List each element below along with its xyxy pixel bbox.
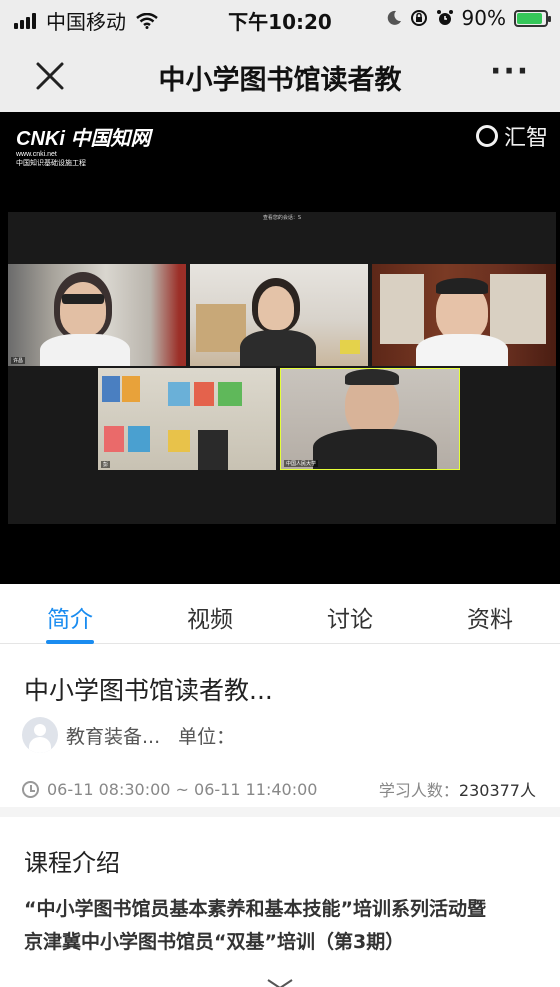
chevron-down-icon[interactable] bbox=[266, 979, 294, 987]
battery-icon bbox=[514, 9, 551, 27]
participant-name-tag: 许昌 bbox=[11, 357, 26, 364]
participant-tile-4: 彭 bbox=[98, 368, 276, 470]
video-player[interactable]: CNKi 中国知网 www.cnki.net 中国知识基础设施工程 汇智 查看您… bbox=[0, 112, 560, 584]
participant-tile-5-active-speaker: 中国人民大学 bbox=[280, 368, 460, 470]
intro-line-2: 京津冀中小学图书馆员“双基”培训（第3期） bbox=[24, 931, 405, 953]
rotation-lock-icon bbox=[410, 10, 427, 26]
alarm-icon bbox=[436, 10, 453, 25]
author-row: 教育装备... 单位： bbox=[22, 717, 235, 753]
learners-value: 230377人 bbox=[458, 781, 536, 800]
cnki-logo: CNKi 中国知网 www.cnki.net 中国知识基础设施工程 bbox=[16, 122, 150, 168]
nav-bar: 中小学图书馆读者教 ··· bbox=[0, 40, 560, 112]
course-time-range: 06-11 08:30:00 ~ 06-11 11:40:00 bbox=[47, 779, 318, 799]
participant-tile-3 bbox=[372, 264, 556, 366]
participant-name-tag: 彭 bbox=[101, 461, 111, 468]
participant-tile-1: 许昌 bbox=[8, 264, 186, 366]
status-bar: 中国移动 下午10:20 90% bbox=[0, 0, 560, 40]
intro-line-1: “中小学图书馆员基本素养和基本技能”培训系列活动暨 bbox=[24, 898, 486, 920]
huizhi-logo-text: 汇智 bbox=[503, 126, 548, 151]
cnki-logo-main: CNKi 中国知网 bbox=[16, 128, 151, 150]
tab-intro[interactable]: 简介 bbox=[0, 584, 140, 644]
close-icon[interactable] bbox=[30, 56, 70, 96]
status-right: 90% bbox=[386, 6, 551, 30]
page-title: 中小学图书馆读者教 bbox=[158, 65, 402, 96]
battery-level-fill bbox=[517, 12, 543, 24]
learners-label: 学习人数： bbox=[378, 781, 459, 800]
participant-tile-2 bbox=[190, 264, 368, 366]
huizhi-logo: 汇智 bbox=[475, 120, 548, 152]
participant-name-tag: 中国人民大学 bbox=[284, 460, 319, 467]
intro-heading: 课程介绍 bbox=[24, 849, 120, 877]
tab-materials[interactable]: 资料 bbox=[420, 584, 560, 643]
avatar[interactable] bbox=[22, 717, 58, 753]
course-introduction: 课程介绍 “中小学图书馆员基本素养和基本技能”培训系列活动暨 京津冀中小学图书馆… bbox=[0, 827, 560, 987]
huizhi-logo-icon bbox=[475, 125, 498, 147]
video-meeting-frame: 查看您的会话：S 许昌 彭 中国人民大学 bbox=[8, 212, 556, 524]
tab-video[interactable]: 视频 bbox=[140, 584, 280, 643]
tab-discussion[interactable]: 讨论 bbox=[280, 584, 420, 643]
meeting-top-bar: 查看您的会话：S bbox=[262, 215, 302, 221]
unit-label: 单位： bbox=[178, 725, 236, 748]
battery-percent: 90% bbox=[461, 6, 506, 30]
learners-count: 学习人数：230377人 bbox=[379, 777, 536, 801]
author-name[interactable]: 教育装备... bbox=[66, 722, 160, 749]
cnki-logo-sub: 中国知识基础设施工程 bbox=[16, 160, 86, 167]
course-title: 中小学图书馆读者教... bbox=[24, 676, 273, 705]
clock-icon bbox=[22, 780, 39, 798]
content-tabs: 简介 视频 讨论 资料 bbox=[0, 584, 560, 644]
cnki-logo-url: www.cnki.net bbox=[16, 151, 57, 158]
intro-text: “中小学图书馆员基本素养和基本技能”培训系列活动暨 京津冀中小学图书馆员“双基”… bbox=[24, 893, 540, 959]
course-info: 中小学图书馆读者教... 教育装备... 单位： 06-11 08:30:00 … bbox=[0, 645, 560, 817]
more-options-button[interactable]: ··· bbox=[490, 57, 530, 92]
time-row: 06-11 08:30:00 ~ 06-11 11:40:00 学习人数：230… bbox=[22, 777, 536, 801]
moon-icon bbox=[387, 10, 401, 25]
